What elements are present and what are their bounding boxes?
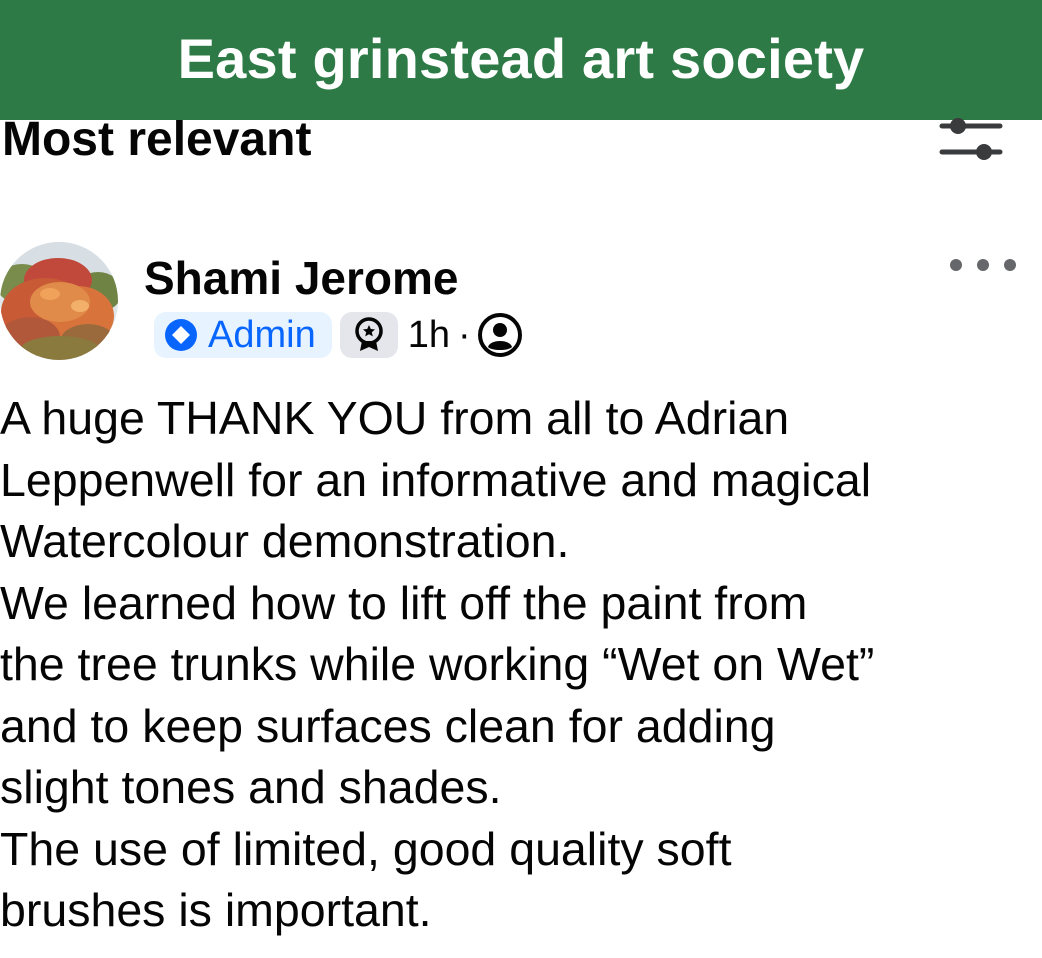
group-title: East grinstead art society [177, 26, 865, 90]
post-meta-row: Admin 1h · [154, 310, 523, 360]
avatar[interactable] [0, 242, 118, 360]
more-dots-icon[interactable] [950, 250, 1016, 280]
post-text-line: the tree trunks while working “Wet on We… [0, 638, 875, 690]
post-text-line: Leppenwell for an informative and magica… [0, 453, 872, 506]
sliders-icon[interactable] [938, 118, 1004, 168]
group-post-view: East grinstead art society Most relevant [0, 0, 1042, 958]
post-text-line: Watercolour demonstration. [0, 515, 570, 567]
dot [1004, 259, 1016, 271]
meta-separator: · [458, 314, 471, 356]
dot [977, 259, 989, 271]
award-badge[interactable] [339, 312, 398, 358]
post-text-line: slight tones and shades. [0, 761, 502, 813]
post-time[interactable]: 1h [408, 312, 450, 358]
members-only-icon[interactable] [477, 312, 523, 358]
post-text-line: and to keep surfaces clean for adding [0, 699, 776, 752]
post-text-line: A huge THANK YOU from all to Adrian [0, 392, 790, 444]
comment-sort-row: Most relevant [0, 113, 1042, 174]
post-header: Shami Jerome Admin 1h · [0, 240, 1042, 370]
post-text-line: We learned how to lift off the paint fro… [0, 576, 808, 629]
post-text: A huge THANK YOU from all to Adrian Lepp… [0, 388, 1040, 942]
admin-badge[interactable]: Admin [154, 312, 332, 358]
sort-dropdown[interactable]: Most relevant [2, 112, 311, 168]
dot [950, 259, 962, 271]
admin-label: Admin [208, 314, 316, 356]
author-name[interactable]: Shami Jerome [144, 250, 458, 306]
award-medal-icon [354, 317, 383, 351]
avatar-photo [0, 242, 118, 360]
admin-diamond-icon [165, 319, 197, 351]
post-text-line: The use of limited, good quality soft [0, 822, 732, 875]
post-text-line: brushes is important. [0, 884, 432, 936]
group-title-banner: East grinstead art society [0, 0, 1042, 120]
